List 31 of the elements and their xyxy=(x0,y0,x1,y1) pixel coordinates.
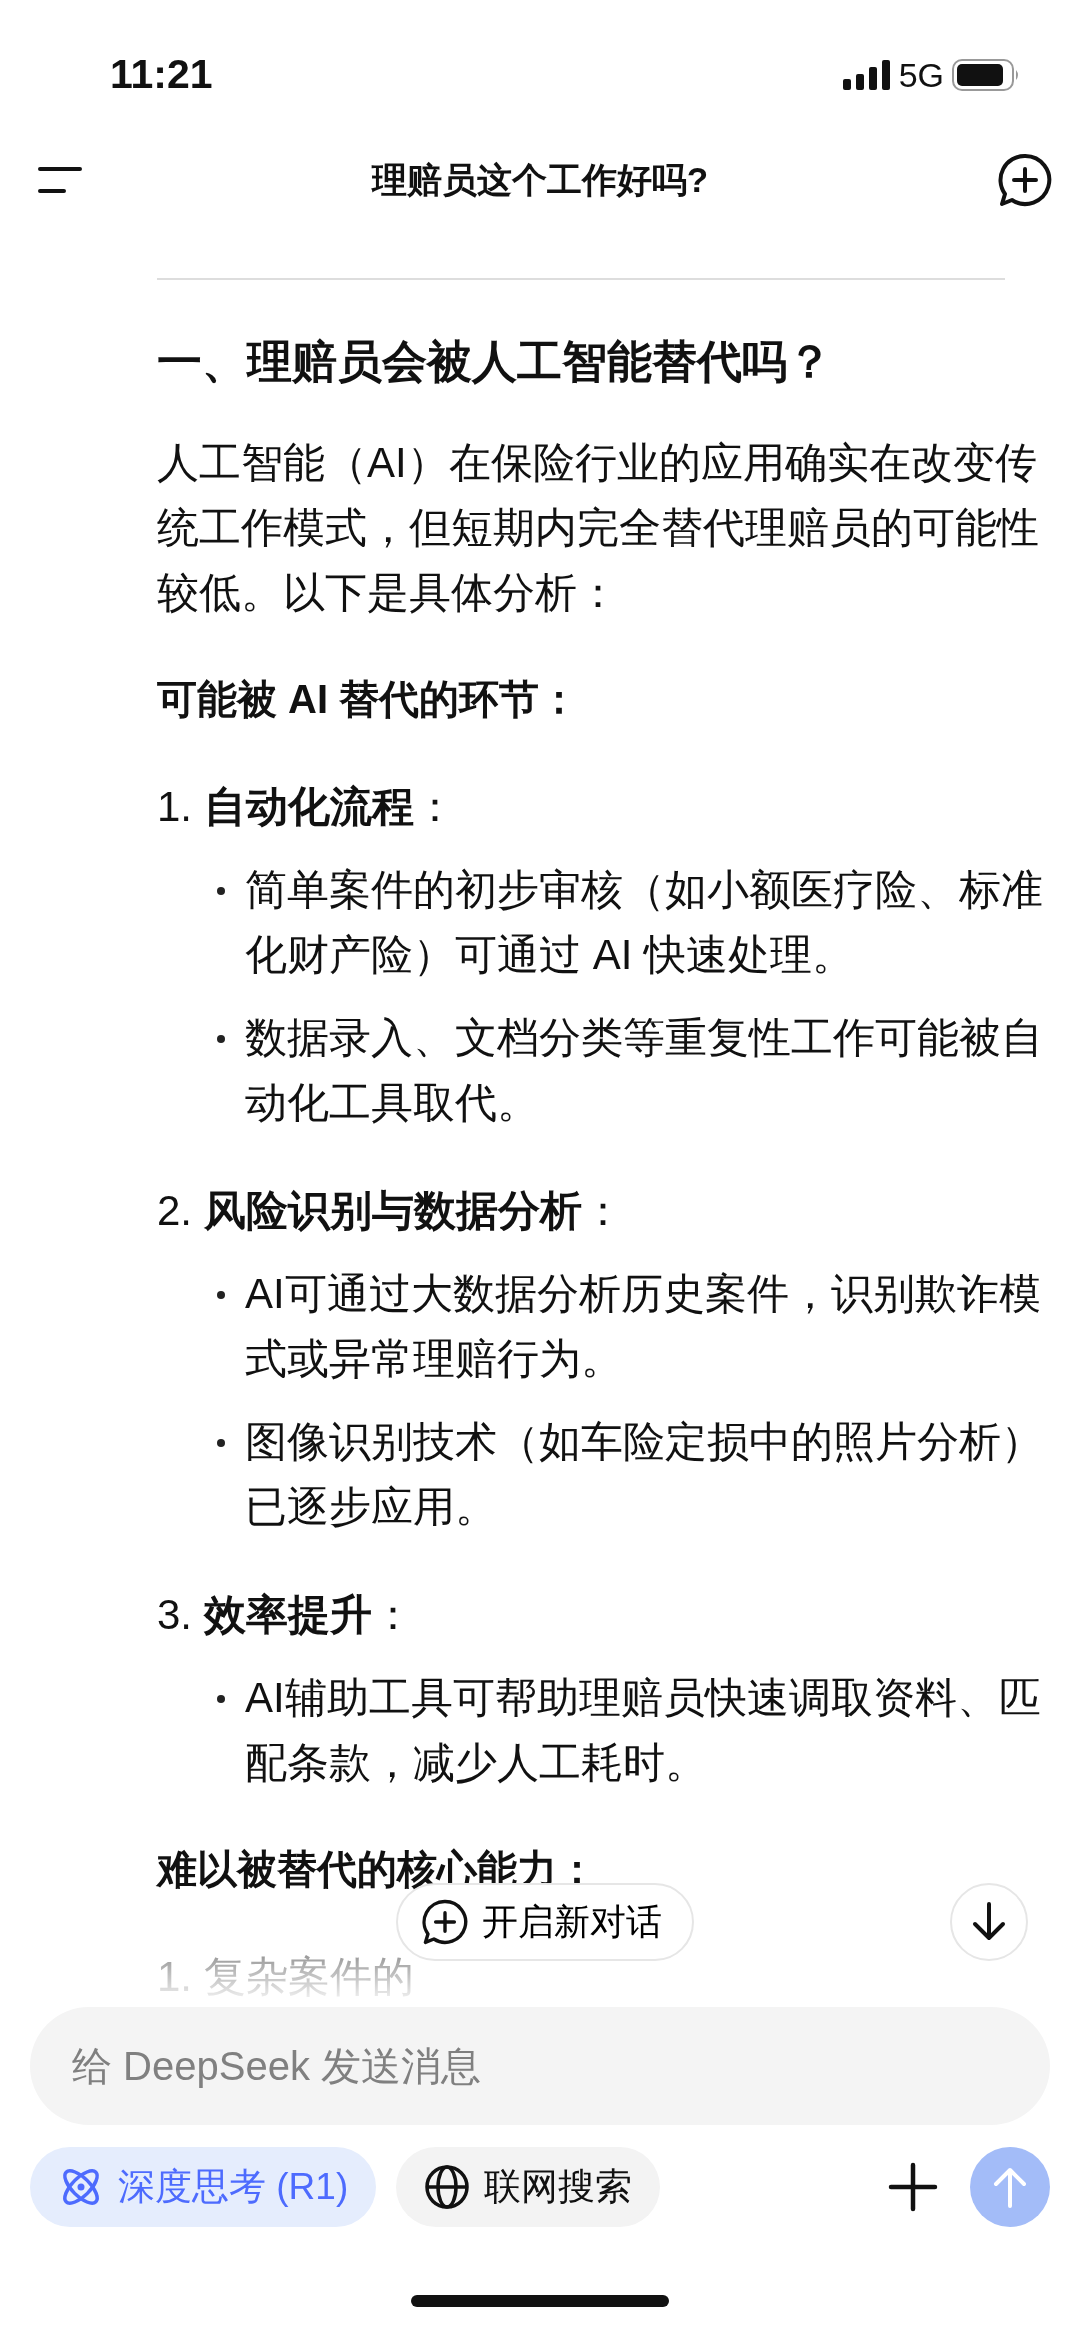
battery-icon xyxy=(952,59,1020,91)
globe-icon xyxy=(424,2164,471,2210)
bullet-icon xyxy=(217,887,225,895)
section-heading: 一、理赔员会被人工智能替代吗？ xyxy=(157,335,833,389)
list-item-title: 2. 风险识别与数据分析： xyxy=(157,1186,625,1236)
message-input[interactable]: 给 DeepSeek 发送消息 xyxy=(30,2007,1050,2125)
bullet-text: 数据录入、文档分类等重复性工作可能被自动化工具取代。 xyxy=(245,1013,1044,1128)
subheading: 可能被 AI 替代的环节： xyxy=(157,676,581,723)
arrow-up-icon xyxy=(992,2166,1028,2208)
bullet-text: AI辅助工具可帮助理赔员快速调取资料、匹配条款，减少人工耗时。 xyxy=(245,1673,1042,1788)
bullet-icon xyxy=(217,1439,225,1447)
bullet-text: AI可通过大数据分析历史案件，识别欺诈模式或异常理赔行为。 xyxy=(245,1269,1042,1384)
chat-title: 理赔员这个工作好吗? xyxy=(371,158,709,201)
mode-toggle[interactable]: 联网搜索 xyxy=(396,2147,661,2227)
list-item-title: 1. 自动化流程： xyxy=(157,782,457,832)
status-time: 11:21 xyxy=(110,50,213,100)
bullet-text: 图像识别技术（如车险定损中的照片分析）已逐步应用。 xyxy=(245,1417,1044,1532)
list-item-title: 3. 效率提升： xyxy=(157,1590,415,1640)
signal-icon xyxy=(842,60,891,90)
bullet-icon xyxy=(217,1291,225,1299)
bullet-icon xyxy=(217,1695,225,1703)
bullet-icon xyxy=(217,1035,225,1043)
network-label: 5G xyxy=(898,54,944,96)
menu-icon[interactable] xyxy=(38,166,82,194)
paragraph: 人工智能（AI）在保险行业的应用确实在改变传统工作模式，但短期内完全替代理赔员的可能性较低。以下是具体分析： xyxy=(157,438,1040,618)
plus-icon xyxy=(888,2162,938,2212)
new-chat-icon xyxy=(422,1899,468,1945)
new-chat-icon[interactable] xyxy=(998,153,1052,207)
arrow-down-icon xyxy=(971,1902,1007,1942)
bullet-text: 简单案件的初步审核（如小额医疗险、标准化财产险）可通过 AI 快速处理。 xyxy=(245,865,1044,980)
mode-toggle[interactable]: 深度思考 (R1) xyxy=(30,2147,377,2227)
